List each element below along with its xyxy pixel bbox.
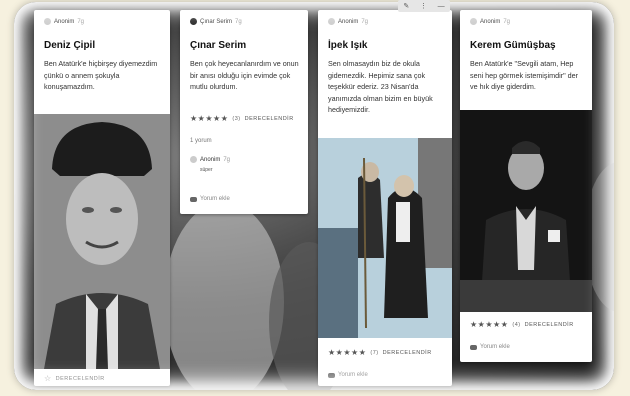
rate-label[interactable]: DERECELENDİR bbox=[245, 116, 294, 122]
avatar bbox=[44, 18, 51, 25]
comment-icon bbox=[328, 372, 335, 378]
post-card[interactable]: Anonim 7g Kerem Gümüşbaş Ben Atatürk'e "… bbox=[460, 10, 592, 362]
rate-label[interactable]: DERECELENDİR bbox=[383, 350, 432, 356]
star-rating-icons[interactable]: ★★★★★ bbox=[190, 114, 228, 123]
post-body: Ben Atatürk'e hiçbirşey diyemezdim çünkü… bbox=[44, 59, 158, 91]
divider-icon: — bbox=[437, 2, 445, 10]
post-toolbar: ✎ ⋮ — bbox=[398, 0, 450, 12]
author-meta: 7g bbox=[503, 18, 511, 25]
post-image bbox=[318, 138, 452, 338]
post-body: Sen olmasaydın biz de okula gidemezdik. … bbox=[328, 59, 433, 114]
post-author: Anonim 7g bbox=[470, 18, 510, 25]
rating-count: (7) bbox=[370, 349, 379, 356]
add-comment-label: Yorum ekle bbox=[338, 372, 368, 378]
post-author: Anonim 7g bbox=[44, 18, 84, 25]
avatar bbox=[328, 18, 335, 25]
pencil-icon[interactable]: ✎ bbox=[403, 2, 409, 10]
author-name: Anonim bbox=[480, 18, 501, 25]
post-card[interactable]: Anonim 7g İpek Işık Sen olmasaydın biz d… bbox=[318, 10, 452, 386]
post-title: İpek Işık bbox=[328, 40, 368, 51]
post-image bbox=[34, 114, 170, 369]
post-author: Çınar Serim 7g bbox=[190, 18, 242, 25]
rate-label: DERECELENDİR bbox=[55, 375, 105, 382]
rating[interactable]: ★★★★★ (4) DERECELENDİR bbox=[470, 320, 574, 329]
avatar bbox=[470, 18, 477, 25]
reply-count[interactable]: 1 yorum bbox=[190, 138, 212, 144]
reply-author: Anonim 7g bbox=[190, 156, 230, 163]
author-name: Anonim bbox=[338, 18, 359, 25]
add-comment-label: Yorum ekle bbox=[480, 344, 510, 350]
star-rating-icons[interactable]: ★★★★★ bbox=[328, 348, 366, 357]
star-icon: ☆ bbox=[44, 374, 52, 383]
post-title: Deniz Çipil bbox=[44, 40, 96, 51]
background-crowd bbox=[164, 202, 284, 390]
rate-button[interactable]: ☆ DERECELENDİR bbox=[44, 374, 105, 383]
rating[interactable]: ★★★★★ (3) DERECELENDİR bbox=[190, 114, 294, 123]
post-author: Anonim 7g bbox=[328, 18, 368, 25]
post-card[interactable]: Anonim 7g Deniz Çipil Ben Atatürk'e hiçb… bbox=[34, 10, 170, 386]
post-body: Ben çok heyecanlanırdım ve onun bir anıs… bbox=[190, 59, 299, 91]
more-icon[interactable]: ⋮ bbox=[420, 2, 427, 10]
comment-icon bbox=[470, 344, 477, 350]
rating-count: (4) bbox=[512, 321, 521, 328]
author-meta: 7g bbox=[235, 18, 242, 25]
author-meta: 7g bbox=[77, 18, 85, 25]
star-rating-icons[interactable]: ★★★★★ bbox=[470, 320, 508, 329]
post-card[interactable]: Çınar Serim 7g Çınar Serim Ben çok heyec… bbox=[180, 10, 308, 214]
screenshot-frame: Anonim 7g Deniz Çipil Ben Atatürk'e hiçb… bbox=[14, 2, 614, 390]
reply-text: süper bbox=[200, 167, 213, 173]
rating[interactable]: ★★★★★ (7) DERECELENDİR bbox=[328, 348, 432, 357]
author-name: Anonim bbox=[54, 18, 75, 25]
rating-count: (3) bbox=[232, 115, 241, 122]
post-body: Ben Atatürk'e "Sevgili atam, Hep seni he… bbox=[470, 59, 579, 91]
author-name: Çınar Serim bbox=[200, 18, 233, 25]
post-title: Çınar Serim bbox=[190, 40, 247, 51]
avatar bbox=[190, 18, 197, 25]
add-comment-label: Yorum ekle bbox=[200, 196, 230, 202]
author-meta: 7g bbox=[223, 156, 231, 163]
post-title: Kerem Gümüşbaş bbox=[470, 40, 556, 51]
add-comment-button[interactable]: Yorum ekle bbox=[328, 372, 368, 378]
author-meta: 7g bbox=[361, 18, 369, 25]
author-name: Anonim bbox=[200, 156, 221, 163]
avatar bbox=[190, 156, 197, 163]
add-comment-button[interactable]: Yorum ekle bbox=[470, 344, 510, 350]
comment-icon bbox=[190, 196, 197, 202]
rate-label[interactable]: DERECELENDİR bbox=[525, 322, 574, 328]
add-comment-button[interactable]: Yorum ekle bbox=[190, 196, 230, 202]
post-image bbox=[460, 110, 592, 312]
